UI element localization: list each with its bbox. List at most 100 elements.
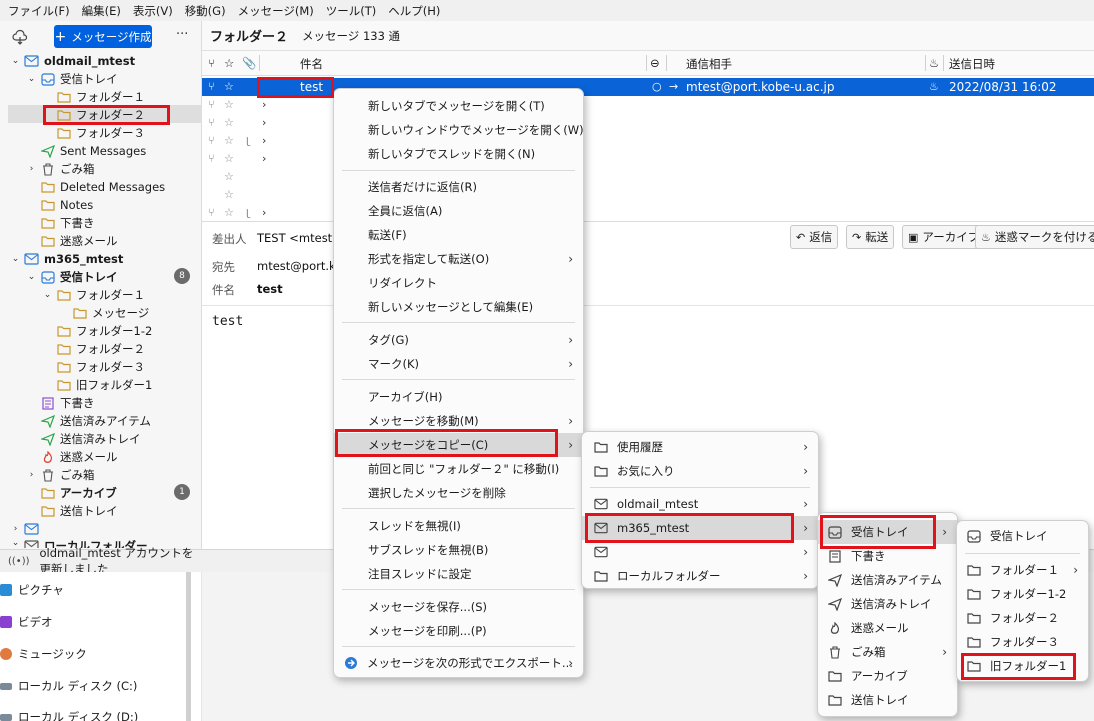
explorer-scrollbar[interactable] xyxy=(186,572,191,721)
menu-open-in-tab[interactable]: 新しいタブでメッセージを開く(T) xyxy=(334,94,583,118)
menu-file[interactable]: ファイル(F) xyxy=(8,3,70,19)
menu-old-folder1[interactable]: 旧フォルダー1 xyxy=(957,654,1088,678)
folder-inbox[interactable]: ⌄ 受信トレイ xyxy=(26,70,118,88)
folder-archive[interactable]: アーカイブ xyxy=(26,484,117,502)
menu-outbox[interactable]: 送信トレイ xyxy=(818,688,957,712)
menu-sent-items[interactable]: 送信済みアイテム xyxy=(818,568,957,592)
folder-drafts[interactable]: 下書き xyxy=(26,214,95,232)
menu-save-message[interactable]: メッセージを保存...(S) xyxy=(334,595,583,619)
folder-sent-tray[interactable]: 送信済みトレイ xyxy=(26,430,141,448)
twisty-icon[interactable]: ⌄ xyxy=(10,538,21,548)
expand-thread-icon[interactable]: › xyxy=(262,152,266,165)
menu-favorites[interactable]: お気に入り › xyxy=(582,459,818,483)
menu-sent-tray[interactable]: 送信済みトレイ xyxy=(818,592,957,616)
reply-button[interactable]: ↶ 返信 xyxy=(790,225,839,249)
menu-local-folders[interactable]: ローカルフォルダー › xyxy=(582,564,818,588)
folder-trash[interactable]: › ごみ箱 xyxy=(26,466,95,484)
menu-folder3[interactable]: フォルダー３ xyxy=(957,630,1088,654)
menu-open-thread-in-tab[interactable]: 新しいタブでスレッドを開く(N) xyxy=(334,142,583,166)
menu-delete-selected[interactable]: 選択したメッセージを削除 xyxy=(334,481,583,505)
menu-trash[interactable]: ごみ箱 › xyxy=(818,640,957,664)
account-other[interactable]: › xyxy=(10,520,44,538)
menu-account-oldmail[interactable]: oldmail_mtest › xyxy=(582,492,818,516)
folder-folder1-2[interactable]: フォルダー1-2 xyxy=(42,322,152,340)
menu-view[interactable]: 表示(V) xyxy=(133,3,173,19)
star-icon[interactable]: ☆ xyxy=(224,152,234,165)
menu-redirect[interactable]: リダイレクト xyxy=(334,271,583,295)
menu-folder2[interactable]: フォルダー２ xyxy=(957,606,1088,630)
twisty-icon[interactable]: › xyxy=(26,164,37,174)
to-value[interactable]: mtest@port.ko xyxy=(257,259,342,273)
menu-recent[interactable]: 使用履歴 › xyxy=(582,435,818,459)
menu-edit[interactable]: 編集(E) xyxy=(82,3,121,19)
attachment-column-icon[interactable]: 📎 xyxy=(242,56,256,70)
read-dot-icon[interactable]: ○ xyxy=(652,80,662,93)
folder-folder2[interactable]: フォルダー２ xyxy=(42,106,145,124)
menu-message[interactable]: メッセージ(M) xyxy=(238,3,314,19)
junk-status-column-icon[interactable]: ♨ xyxy=(929,56,939,70)
forward-button[interactable]: ↷ 転送 xyxy=(846,225,895,249)
folder-folder2[interactable]: フォルダー２ xyxy=(42,340,145,358)
menu-export-as[interactable]: メッセージを次の形式でエクスポート... › xyxy=(334,651,583,675)
twisty-icon[interactable]: ⌄ xyxy=(26,74,37,84)
folder-sent[interactable]: Sent Messages xyxy=(26,142,146,160)
menu-tools[interactable]: ツール(T) xyxy=(326,3,377,19)
column-date[interactable]: 送信日時 xyxy=(949,56,995,72)
menu-ignore-subthread[interactable]: サブスレッドを無視(B) xyxy=(334,538,583,562)
folder-old-folder1[interactable]: 旧フォルダー1 xyxy=(42,376,152,394)
menu-go[interactable]: 移動(G) xyxy=(185,3,226,19)
menu-print-message[interactable]: メッセージを印刷...(P) xyxy=(334,619,583,643)
menu-account-other[interactable]: › xyxy=(582,540,818,564)
online-status-icon[interactable]: ((•)) xyxy=(8,556,30,567)
menu-inbox[interactable]: 受信トレイ › xyxy=(818,520,957,544)
folder-junk[interactable]: 迷惑メール xyxy=(26,232,118,250)
star-icon[interactable]: ☆ xyxy=(224,134,234,147)
expand-thread-icon[interactable]: › xyxy=(262,206,266,219)
menu-tag[interactable]: タグ(G) › xyxy=(334,328,583,352)
menu-move-message[interactable]: メッセージを移動(M) › xyxy=(334,409,583,433)
menu-inbox-self[interactable]: 受信トレイ xyxy=(957,524,1088,548)
menu-account-m365[interactable]: m365_mtest › xyxy=(582,516,818,540)
folder-folder1[interactable]: ⌄ フォルダー１ xyxy=(42,286,145,304)
menu-open-in-window[interactable]: 新しいウィンドウでメッセージを開く(W) xyxy=(334,118,584,142)
expand-thread-icon[interactable]: › xyxy=(262,98,266,111)
expand-thread-icon[interactable]: › xyxy=(262,116,266,129)
folder-sent-items[interactable]: 送信済みアイテム xyxy=(26,412,151,430)
menu-drafts[interactable]: 下書き xyxy=(818,544,957,568)
twisty-icon[interactable]: ⌄ xyxy=(10,254,21,264)
menu-reply-all[interactable]: 全員に返信(A) xyxy=(334,199,583,223)
star-icon[interactable]: ☆ xyxy=(224,98,234,111)
menu-help[interactable]: ヘルプ(H) xyxy=(388,3,440,19)
more-menu-icon[interactable]: ··· xyxy=(176,27,188,42)
star-icon[interactable]: ☆ xyxy=(224,188,234,201)
folder-outbox[interactable]: 送信トレイ xyxy=(26,502,118,520)
star-icon[interactable]: ☆ xyxy=(224,80,234,93)
explorer-item-videos[interactable]: ビデオ xyxy=(0,612,53,632)
menu-archive[interactable]: アーカイブ(H) xyxy=(334,385,583,409)
folder-inbox[interactable]: ⌄ 受信トレイ xyxy=(26,268,118,286)
junk-icon[interactable]: ♨ xyxy=(929,80,939,93)
explorer-item-music[interactable]: ミュージック xyxy=(0,644,87,664)
star-column-icon[interactable]: ☆ xyxy=(224,56,234,70)
menu-forward[interactable]: 転送(F) xyxy=(334,223,583,247)
folder-message[interactable]: メッセージ xyxy=(58,304,149,322)
star-icon[interactable]: ☆ xyxy=(224,170,234,183)
compose-button[interactable]: + メッセージ作成 xyxy=(54,25,152,48)
folder-notes[interactable]: Notes xyxy=(26,196,93,214)
menu-forward-as[interactable]: 形式を指定して転送(O) › xyxy=(334,247,583,271)
twisty-icon[interactable]: ⌄ xyxy=(42,290,53,300)
folder-folder1[interactable]: フォルダー１ xyxy=(42,88,145,106)
menu-ignore-thread[interactable]: スレッドを無視(I) xyxy=(334,514,583,538)
archive-button[interactable]: ▣ アーカイブ xyxy=(902,225,986,249)
star-icon[interactable]: ☆ xyxy=(224,206,234,219)
menu-mark[interactable]: マーク(K) › xyxy=(334,352,583,376)
from-value[interactable]: TEST <mtest@ xyxy=(257,231,344,245)
menu-folder1-2[interactable]: フォルダー1-2 xyxy=(957,582,1088,606)
column-subject[interactable]: 件名 xyxy=(300,56,323,72)
menu-junk[interactable]: 迷惑メール xyxy=(818,616,957,640)
folder-folder3[interactable]: フォルダー３ xyxy=(42,124,145,142)
menu-watch-thread[interactable]: 注目スレッドに設定 xyxy=(334,562,583,586)
menu-archive-folder[interactable]: アーカイブ xyxy=(818,664,957,688)
folder-deleted[interactable]: Deleted Messages xyxy=(26,178,165,196)
menu-reply-sender[interactable]: 送信者だけに返信(R) xyxy=(334,175,583,199)
